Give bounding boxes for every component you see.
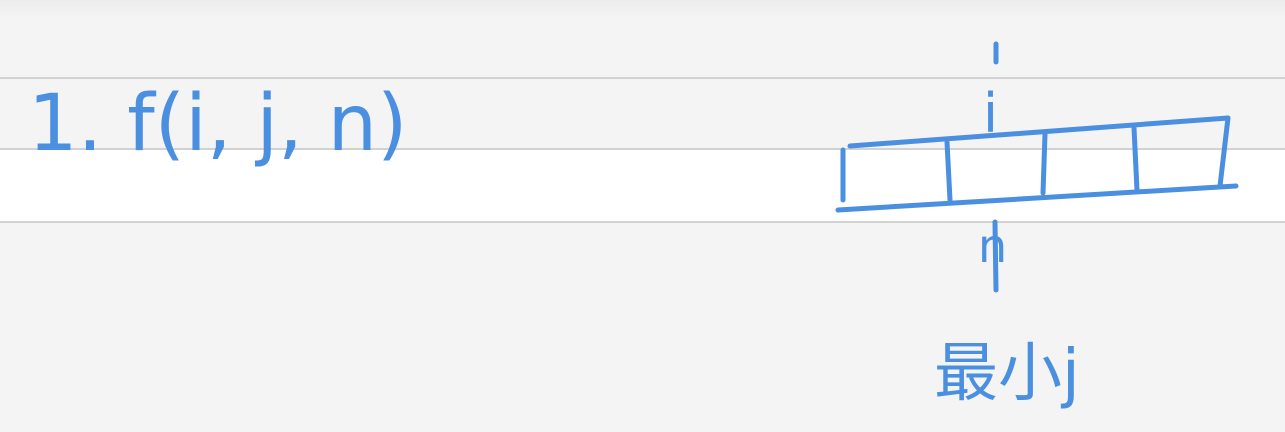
array-cell-divider [1131, 125, 1140, 193]
array-top-edge [847, 115, 1231, 149]
pointer-n: n [978, 219, 1007, 293]
note-canvas: 1. f(i, j, n) i n 最小j [0, 0, 1285, 432]
pointer-i: i [983, 41, 999, 145]
min-j-caption: 最小j [934, 337, 1080, 411]
array-cell-divider [1040, 131, 1048, 196]
formula-text: 1. f(i, j, n) [28, 79, 408, 169]
array-diagram [835, 115, 1239, 213]
pointer-i-label: i [983, 82, 998, 145]
pointer-n-stem [992, 219, 999, 293]
array-cell-divider [944, 139, 953, 203]
array-bottom-edge [835, 183, 1239, 213]
handwriting-layer: 1. f(i, j, n) i n 最小j [28, 41, 1239, 411]
array-cell-divider [1217, 115, 1231, 189]
